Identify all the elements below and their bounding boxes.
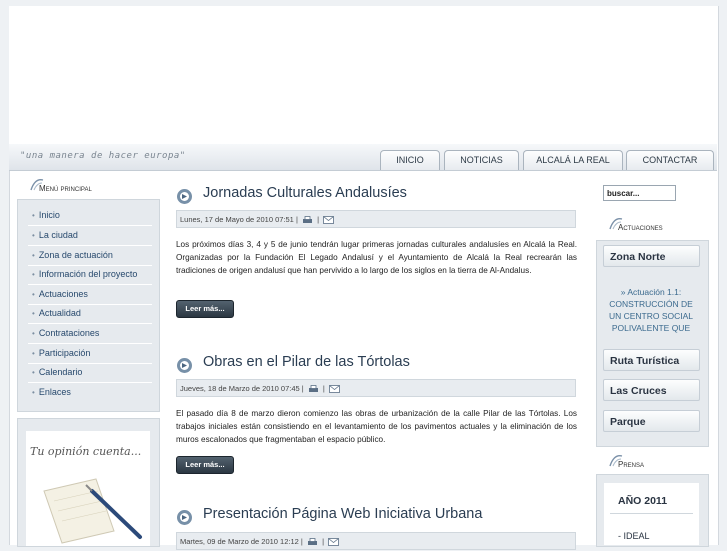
read-more-button[interactable]: Leer más... (176, 456, 234, 474)
menu-item-contrataciones[interactable]: • Contrataciones (28, 324, 152, 344)
article-date: Lunes, 17 de Mayo de 2010 07:51 (180, 215, 294, 224)
sidebar-title-text: Menú principal (39, 184, 92, 193)
separator: | (295, 215, 298, 224)
slogan-text: "una manera de hacer europa" (20, 151, 186, 161)
menu-item-inicio[interactable]: • Inicio (28, 206, 152, 226)
print-icon[interactable] (308, 385, 319, 393)
article-meta: Jueves, 18 de Marzo de 2010 07:45 | | (176, 379, 576, 397)
article-title[interactable]: Presentación Página Web Iniciativa Urban… (203, 506, 482, 522)
search-input[interactable] (603, 185, 676, 201)
menu-item-label: Zona de actuación (38, 250, 113, 260)
menu-item-label: Información del proyecto (38, 269, 138, 279)
las-cruces-button[interactable]: Las Cruces (603, 379, 700, 401)
menu-item-label: Enlaces (38, 387, 71, 397)
separator: | (301, 384, 304, 393)
prensa-item[interactable]: - IDEAL (618, 531, 650, 541)
email-icon[interactable] (329, 385, 340, 393)
bullet-icon: • (32, 349, 35, 358)
bullet-icon: • (32, 251, 35, 260)
article-title[interactable]: Jornadas Culturales Andalusíes (203, 185, 407, 201)
print-icon[interactable] (302, 216, 313, 224)
article-date: Jueves, 18 de Marzo de 2010 07:45 (180, 384, 300, 393)
tab-alcala-la-real[interactable]: ALCALÁ LA REAL (523, 150, 623, 170)
notepad-pen-icon (43, 478, 142, 544)
tab-noticias[interactable]: NOTICIAS (444, 150, 519, 170)
bullet-icon: • (32, 329, 35, 338)
divider (610, 513, 693, 514)
article-body: Los próximos días 3, 4 y 5 de junio tend… (176, 240, 577, 275)
menu-item-actuaciones[interactable]: • Actuaciones (28, 285, 152, 305)
article-icon (177, 358, 192, 373)
email-icon[interactable] (323, 216, 335, 224)
article-body: El pasado día 8 de marzo dieron comienzo… (176, 409, 577, 444)
opinion-banner[interactable]: Tu opinión cuenta... (26, 431, 150, 546)
menu-item-label: Contrataciones (38, 328, 100, 338)
opinion-box: Tu opinión cuenta... (17, 418, 160, 547)
separator: | (322, 384, 325, 393)
zona-norte-button[interactable]: Zona Norte (603, 245, 700, 267)
separator: | (317, 215, 320, 224)
menu-item-label: Actuaciones (38, 289, 88, 299)
article-meta: Martes, 09 de Marzo de 2010 12:12 | | (176, 532, 576, 550)
menu-item-enlaces[interactable]: • Enlaces (28, 383, 152, 402)
prensa-panel: AÑO 2011 - IDEAL (604, 483, 699, 545)
menu-item-label: Participación (38, 348, 91, 358)
menu-item-label: Actualidad (38, 308, 81, 318)
menu-item-label: Inicio (38, 210, 60, 220)
opinion-text: Tu opinión cuenta... (30, 445, 142, 458)
prensa-year[interactable]: AÑO 2011 (618, 495, 667, 507)
sidebar: Menú principal (17, 176, 158, 196)
actuacion-link[interactable]: » Actuación 1.1: CONSTRUCCIÓN DE UN CENT… (604, 286, 698, 334)
parque-button[interactable]: Parque (603, 410, 700, 432)
tab-contactar[interactable]: CONTACTAR (626, 150, 714, 170)
menu-item-zona[interactable]: • Zona de actuación (28, 246, 152, 266)
bullet-icon: • (32, 309, 35, 318)
tab-inicio[interactable]: INICIO (380, 150, 440, 170)
ruta-turistica-button[interactable]: Ruta Turística (603, 349, 700, 371)
bullet-icon: • (32, 290, 35, 299)
bullet-icon: • (32, 211, 35, 220)
bullet-icon: • (32, 270, 35, 279)
article-title[interactable]: Obras en el Pilar de las Tórtolas (203, 354, 410, 370)
menu-item-calendario[interactable]: • Calendario (28, 363, 152, 383)
menu-item-label: La ciudad (38, 230, 78, 240)
header-banner (9, 6, 717, 144)
article-meta: Lunes, 17 de Mayo de 2010 07:51 | | (176, 210, 576, 228)
read-more-button[interactable]: Leer más... (176, 300, 234, 318)
main-menu: • Inicio • La ciudad • Zona de actuación • I… (17, 199, 160, 412)
prensa-title: Prensa (618, 460, 645, 469)
bullet-icon: • (32, 231, 35, 240)
menu-item-actualidad[interactable]: • Actualidad (28, 304, 152, 324)
menu-item-label: Calendario (38, 367, 83, 377)
bullet-icon: • (32, 368, 35, 377)
article-icon (177, 510, 192, 525)
menu-item-la-ciudad[interactable]: • La ciudad (28, 226, 152, 246)
sidebar-title: Menú principal (17, 176, 158, 196)
menu-item-informacion[interactable]: • Información del proyecto (28, 265, 152, 285)
actuaciones-title: Actuaciones (618, 223, 663, 232)
article-icon (177, 189, 192, 204)
bullet-icon: • (32, 388, 35, 397)
menu-item-participacion[interactable]: • Participación (28, 344, 152, 364)
